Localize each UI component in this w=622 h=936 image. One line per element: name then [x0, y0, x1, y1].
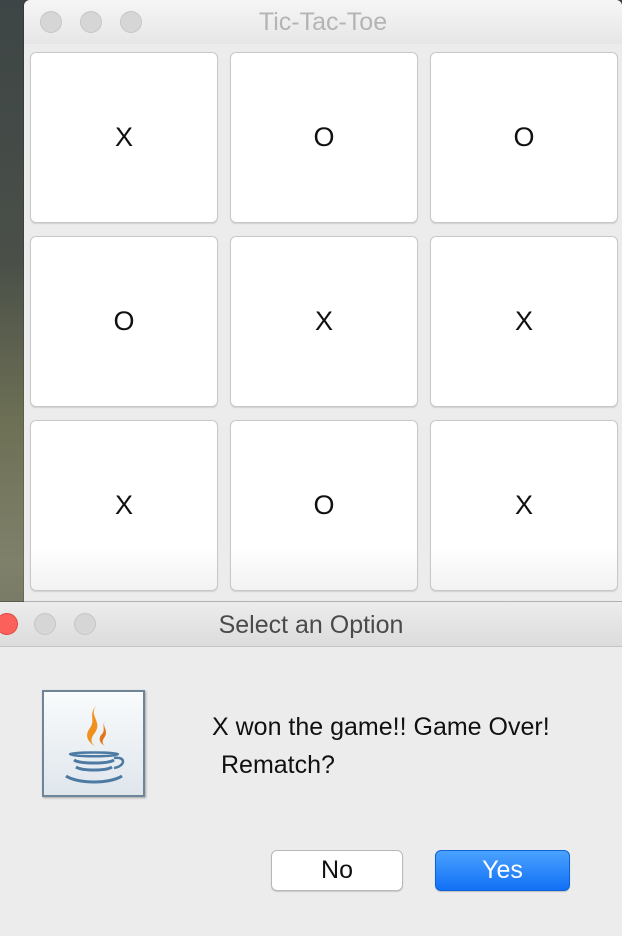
yes-button[interactable]: Yes — [435, 850, 570, 891]
dialog-title: Select an Option — [218, 611, 404, 639]
cell-r3-c2[interactable]: O — [230, 420, 418, 591]
cell-r2-c2[interactable]: X — [230, 236, 418, 407]
cell-r3-c3[interactable]: X — [430, 420, 618, 591]
message-line-2: Rematch? — [221, 751, 335, 779]
game-window: Tic-Tac-Toe X O O O X X X O X — [24, 0, 622, 602]
cell-r2-c3[interactable]: X — [430, 236, 618, 407]
cell-r2-c1[interactable]: O — [30, 236, 218, 407]
cell-r1-c1[interactable]: X — [30, 52, 218, 223]
option-dialog: Select an Option X won the game!! Game O… — [0, 602, 622, 936]
dialog-message: X won the game!! Game Over! Rematch? — [212, 708, 550, 784]
java-cup-icon — [42, 690, 145, 797]
no-button[interactable]: No — [271, 850, 403, 891]
game-window-title: Tic-Tac-Toe — [258, 8, 388, 36]
message-line-1: X won the game!! Game Over! — [212, 713, 550, 741]
cell-r3-c1[interactable]: X — [30, 420, 218, 591]
cell-r1-c3[interactable]: O — [430, 52, 618, 223]
dialog-titlebar[interactable]: Select an Option — [0, 602, 622, 647]
game-titlebar[interactable]: Tic-Tac-Toe — [24, 0, 622, 45]
game-board: X O O O X X X O X — [24, 44, 622, 602]
cell-r1-c2[interactable]: O — [230, 52, 418, 223]
